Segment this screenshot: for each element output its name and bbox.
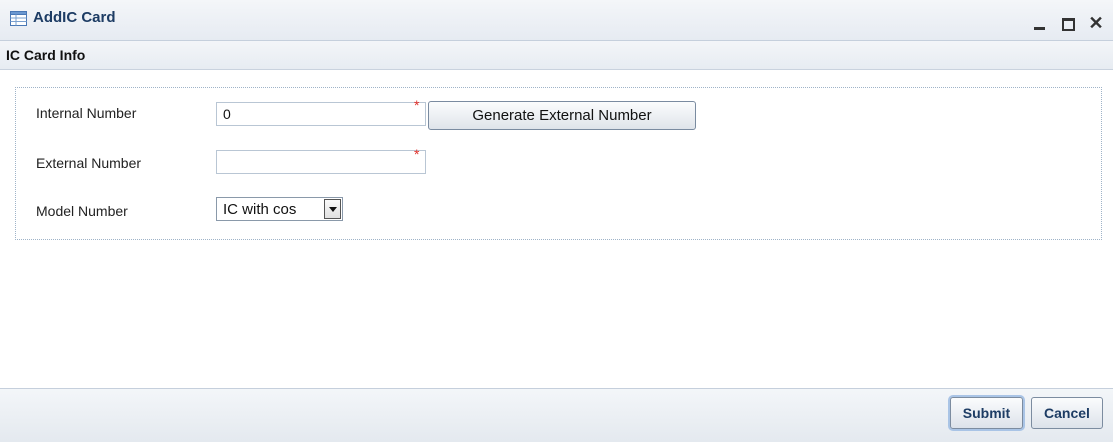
maximize-icon[interactable] — [1059, 14, 1077, 32]
external-number-label: External Number — [36, 155, 142, 171]
model-number-selected: IC with cos — [223, 201, 297, 218]
model-number-label: Model Number — [36, 203, 128, 219]
cancel-button[interactable]: Cancel — [1031, 397, 1103, 429]
external-number-input[interactable] — [216, 150, 426, 174]
window-title: AddIC Card — [33, 9, 116, 26]
required-marker: * — [414, 97, 420, 113]
minimize-icon[interactable] — [1031, 14, 1049, 32]
generate-external-number-button[interactable]: Generate External Number — [428, 101, 696, 130]
internal-number-input[interactable] — [216, 102, 426, 126]
section-title: IC Card Info — [6, 47, 86, 63]
dialog-footer — [0, 388, 1113, 442]
window-titlebar: AddIC Card ✕ — [0, 0, 1113, 41]
table-icon — [10, 11, 27, 26]
chevron-down-icon[interactable] — [324, 199, 341, 219]
close-icon[interactable]: ✕ — [1087, 14, 1105, 32]
section-header: IC Card Info — [0, 41, 1113, 70]
model-number-select[interactable]: IC with cos — [216, 197, 343, 221]
internal-number-label: Internal Number — [36, 105, 137, 121]
submit-button[interactable]: Submit — [950, 397, 1023, 429]
required-marker: * — [414, 146, 420, 162]
